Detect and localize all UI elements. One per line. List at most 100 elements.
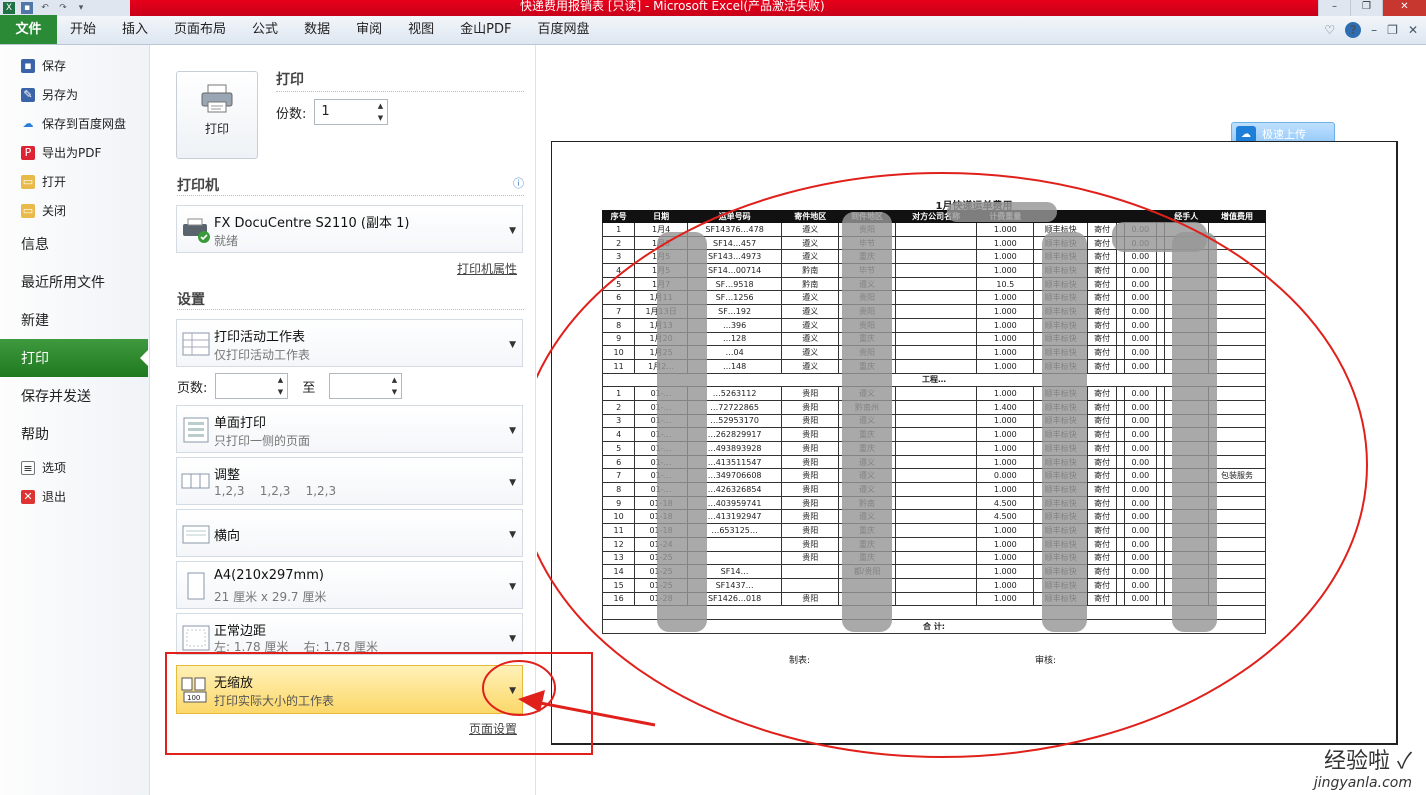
nav-save[interactable]: ▪ 保存: [0, 51, 149, 80]
nav-print[interactable]: 打印: [0, 339, 149, 377]
chevron-down-icon: ▼: [509, 686, 516, 696]
scaling-dropdown[interactable]: 100 无缩放 打印实际大小的工作表 ▼: [176, 665, 523, 714]
tab-view[interactable]: 视图: [395, 15, 447, 44]
customize-qat-icon[interactable]: ▾: [75, 2, 87, 14]
tab-home[interactable]: 开始: [57, 15, 109, 44]
watermark-brand: 经验啦 ✓: [1323, 749, 1412, 774]
nav-export-pdf[interactable]: P 导出为PDF: [0, 138, 149, 167]
copies-row: 份数: 1 ▲ ▼: [276, 99, 389, 125]
options-icon: ≡: [21, 460, 35, 475]
nav-info[interactable]: 信息: [0, 225, 149, 263]
nav-save-as[interactable]: ✎ 另存为: [0, 80, 149, 109]
nav-save-send[interactable]: 保存并发送: [0, 377, 149, 415]
save-icon: ▪: [21, 58, 35, 73]
chevron-down-icon: ▼: [509, 340, 516, 350]
spinner-arrows[interactable]: ▲ ▼: [273, 374, 287, 398]
nav-open[interactable]: ▭ 打开: [0, 167, 149, 196]
margins-desc: 左: 1.78 厘米 右: 1.78 厘米: [214, 640, 379, 652]
scaling-title: 无缩放: [214, 676, 254, 691]
minimize-button[interactable]: –: [1318, 0, 1350, 16]
printer-device-icon: [181, 216, 211, 244]
nav-save-to-baidu[interactable]: ☁ 保存到百度网盘: [0, 109, 149, 138]
nav-new[interactable]: 新建: [0, 301, 149, 339]
chevron-down-icon: ▼: [509, 530, 516, 540]
worksheet-icon: [181, 330, 211, 358]
nav-recent[interactable]: 最近所用文件: [0, 263, 149, 301]
divider: [177, 309, 524, 310]
tab-formulas[interactable]: 公式: [239, 15, 291, 44]
maximize-button[interactable]: ❐: [1350, 0, 1382, 16]
printer-properties-link[interactable]: 打印机属性: [457, 260, 517, 277]
doc-close-icon[interactable]: ✕: [1408, 23, 1418, 37]
nav-exit[interactable]: ✕ 退出: [0, 482, 149, 511]
single-sided-icon: [181, 416, 211, 444]
tab-page-layout[interactable]: 页面布局: [161, 15, 239, 44]
window-title: 快递费用报销表 [只读] - Microsoft Excel(产品激活失败): [520, 0, 825, 13]
margins-title: 正常边距: [214, 624, 267, 639]
sides-title: 单面打印: [214, 416, 267, 431]
tab-insert[interactable]: 插入: [109, 15, 161, 44]
tab-wps-pdf[interactable]: 金山PDF: [447, 15, 524, 44]
help-icon[interactable]: ?: [1345, 22, 1362, 38]
collate-dropdown[interactable]: 调整 1,2,3 1,2,3 1,2,3 ▼: [176, 457, 523, 505]
nav-help[interactable]: 帮助: [0, 415, 149, 453]
margins-dropdown[interactable]: 正常边距 左: 1.78 厘米 右: 1.78 厘米 ▼: [176, 613, 523, 655]
orientation-title: 横向: [214, 529, 241, 544]
pages-to-spinner[interactable]: ▲ ▼: [329, 373, 403, 399]
redo-icon[interactable]: ↷: [57, 2, 69, 14]
spinner-arrows[interactable]: ▲ ▼: [387, 374, 401, 398]
scaling-desc: 打印实际大小的工作表: [214, 694, 335, 708]
excel-logo-icon: X: [3, 2, 15, 14]
doc-restore-icon[interactable]: ❐: [1387, 23, 1398, 37]
pdf-icon: P: [21, 145, 35, 160]
save-icon[interactable]: ▪: [21, 2, 33, 14]
ribbon-right-controls: ♡ ? – ❐ ✕: [1324, 22, 1418, 38]
spinner-arrows[interactable]: ▲ ▼: [373, 100, 387, 124]
undo-icon[interactable]: ↶: [39, 2, 51, 14]
nav-options[interactable]: ≡ 选项: [0, 453, 149, 482]
exit-icon: ✕: [21, 489, 35, 504]
collate-title: 调整: [214, 468, 241, 483]
copies-spinner[interactable]: 1 ▲ ▼: [314, 99, 389, 125]
ribbon-tabs: 文件 开始 插入 页面布局 公式 数据 审阅 视图 金山PDF 百度网盘 ♡ ?…: [0, 15, 1426, 45]
print-button[interactable]: 打印: [176, 71, 258, 159]
divider: [276, 91, 524, 92]
title-bar: X ▪ ↶ ↷ ▾ 快递费用报销表 [只读] - Microsoft Excel…: [0, 0, 1426, 16]
sides-dropdown[interactable]: 单面打印 只打印一侧的页面 ▼: [176, 405, 523, 453]
save-as-icon: ✎: [21, 87, 35, 102]
paper-icon: [181, 572, 211, 600]
copies-value: 1: [321, 104, 330, 119]
close-button[interactable]: ✕: [1382, 0, 1426, 16]
info-icon[interactable]: ⓘ: [513, 175, 524, 191]
printer-dropdown[interactable]: FX DocuCentre S2110 (副本 1) 就绪 ▼: [176, 205, 523, 253]
doc-minimize-icon[interactable]: –: [1371, 23, 1377, 37]
settings-heading: 设置: [177, 292, 205, 308]
orientation-dropdown[interactable]: 横向 ▼: [176, 509, 523, 557]
paper-size-dropdown[interactable]: A4(210x297mm) 21 厘米 x 29.7 厘米 ▼: [176, 561, 523, 609]
tab-file[interactable]: 文件: [0, 15, 57, 44]
printer-status: 就绪: [214, 234, 239, 248]
tab-data[interactable]: 数据: [291, 15, 343, 44]
nav-close[interactable]: ▭ 关闭: [0, 196, 149, 225]
print-settings-panel: 打印 打印 份数: 1 ▲ ▼ 打印机 ⓘ FX DocuCentre S2110…: [150, 45, 536, 795]
landscape-icon: [181, 520, 211, 548]
tab-baidu-netdisk[interactable]: 百度网盘: [524, 15, 602, 44]
chevron-down-icon: ▼: [509, 634, 516, 644]
margins-icon: [181, 624, 211, 652]
paper-size-title: A4(210x297mm): [214, 568, 324, 583]
page-setup-link[interactable]: 页面设置: [469, 720, 517, 737]
chevron-down-icon: ▼: [509, 426, 516, 436]
print-heading: 打印: [276, 72, 304, 88]
print-what-desc: 仅打印活动工作表: [214, 348, 311, 362]
print-what-dropdown[interactable]: 打印活动工作表 仅打印活动工作表 ▼: [176, 319, 523, 367]
pages-label: 页数:: [177, 380, 208, 396]
watermark: 经验啦 ✓ jingyanla.com: [1314, 743, 1412, 791]
print-what-title: 打印活动工作表: [214, 330, 306, 345]
chevron-down-icon: ▼: [509, 478, 516, 488]
printer-icon: [200, 84, 234, 114]
minimize-ribbon-icon[interactable]: ♡: [1324, 23, 1335, 37]
pages-from-spinner[interactable]: ▲ ▼: [215, 373, 289, 399]
chevron-down-icon: ▼: [509, 582, 516, 592]
tab-review[interactable]: 审阅: [343, 15, 395, 44]
paper-size-desc: 21 厘米 x 29.7 厘米: [214, 590, 327, 604]
